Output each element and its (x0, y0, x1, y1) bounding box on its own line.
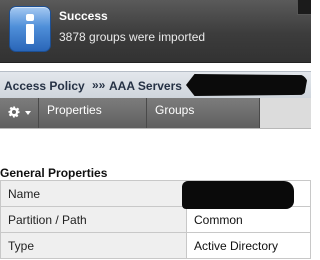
type-label: Type (0, 232, 187, 259)
banner-close-button[interactable] (297, 0, 311, 15)
tab-properties-label: Properties (47, 103, 102, 117)
table-row: Type Active Directory (0, 232, 311, 259)
info-icon (9, 6, 51, 52)
partition-path-label: Partition / Path (0, 206, 187, 233)
banner-message: 3878 groups were imported (59, 30, 206, 44)
partition-path-value: Common (186, 206, 311, 233)
redaction-mark (186, 74, 308, 96)
chevron-down-icon (25, 111, 31, 115)
redaction-mark (182, 181, 294, 209)
tab-properties[interactable]: Properties (39, 98, 147, 128)
breadcrumb-item-access-policy[interactable]: Access Policy (4, 79, 85, 93)
tab-groups[interactable]: Groups (147, 98, 260, 128)
section-title: General Properties (0, 166, 108, 180)
name-label: Name (0, 180, 187, 207)
success-banner: Success 3878 groups were imported (0, 0, 311, 63)
tab-groups-label: Groups (155, 103, 195, 117)
banner-title: Success (59, 9, 108, 23)
gear-menu-button[interactable] (0, 98, 39, 128)
gear-icon (8, 106, 20, 118)
type-value: Active Directory (186, 232, 311, 259)
breadcrumb-separator: »» (92, 78, 106, 92)
breadcrumb-item-aaa-servers[interactable]: AAA Servers (109, 79, 182, 93)
breadcrumb: Access Policy »» AAA Servers (0, 71, 311, 99)
tab-bar: Properties Groups (0, 98, 311, 129)
table-row: Partition / Path Common (0, 206, 311, 233)
